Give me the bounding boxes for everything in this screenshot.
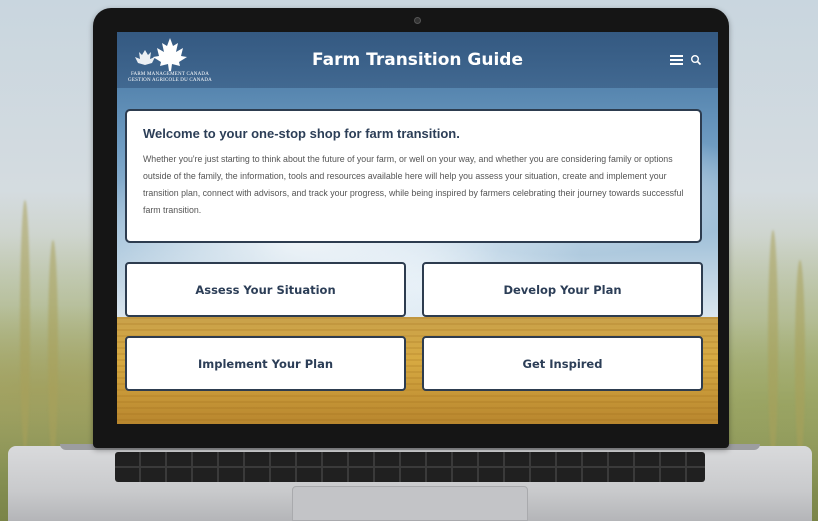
assess-situation-button[interactable]: Assess Your Situation (125, 262, 406, 317)
site-title: Farm Transition Guide (312, 50, 523, 70)
logo-text-french: GESTION AGRICOLE DU CANADA (128, 78, 212, 83)
welcome-card: Welcome to your one-stop shop for farm t… (125, 109, 702, 243)
background-wheat-stalk (768, 230, 778, 460)
hamburger-menu-icon[interactable] (670, 55, 683, 66)
welcome-body: Whether you're just starting to think ab… (143, 154, 684, 215)
search-icon[interactable] (690, 54, 702, 66)
welcome-title: Welcome to your one-stop shop for farm t… (143, 126, 460, 141)
webcam-icon (414, 17, 421, 24)
implement-plan-button[interactable]: Implement Your Plan (125, 336, 406, 391)
develop-plan-button[interactable]: Develop Your Plan (422, 262, 703, 317)
get-inspired-button[interactable]: Get Inspired (422, 336, 703, 391)
laptop-keyboard (115, 452, 705, 482)
background-wheat-stalk (20, 200, 30, 450)
background-wheat-stalk (48, 240, 58, 460)
background-wheat-stalk (795, 260, 805, 460)
site-header: FARM MANAGEMENT CANADA GESTION AGRICOLE … (117, 32, 718, 88)
laptop-trackpad (292, 486, 528, 521)
laptop-screen: FARM MANAGEMENT CANADA GESTION AGRICOLE … (117, 32, 718, 424)
